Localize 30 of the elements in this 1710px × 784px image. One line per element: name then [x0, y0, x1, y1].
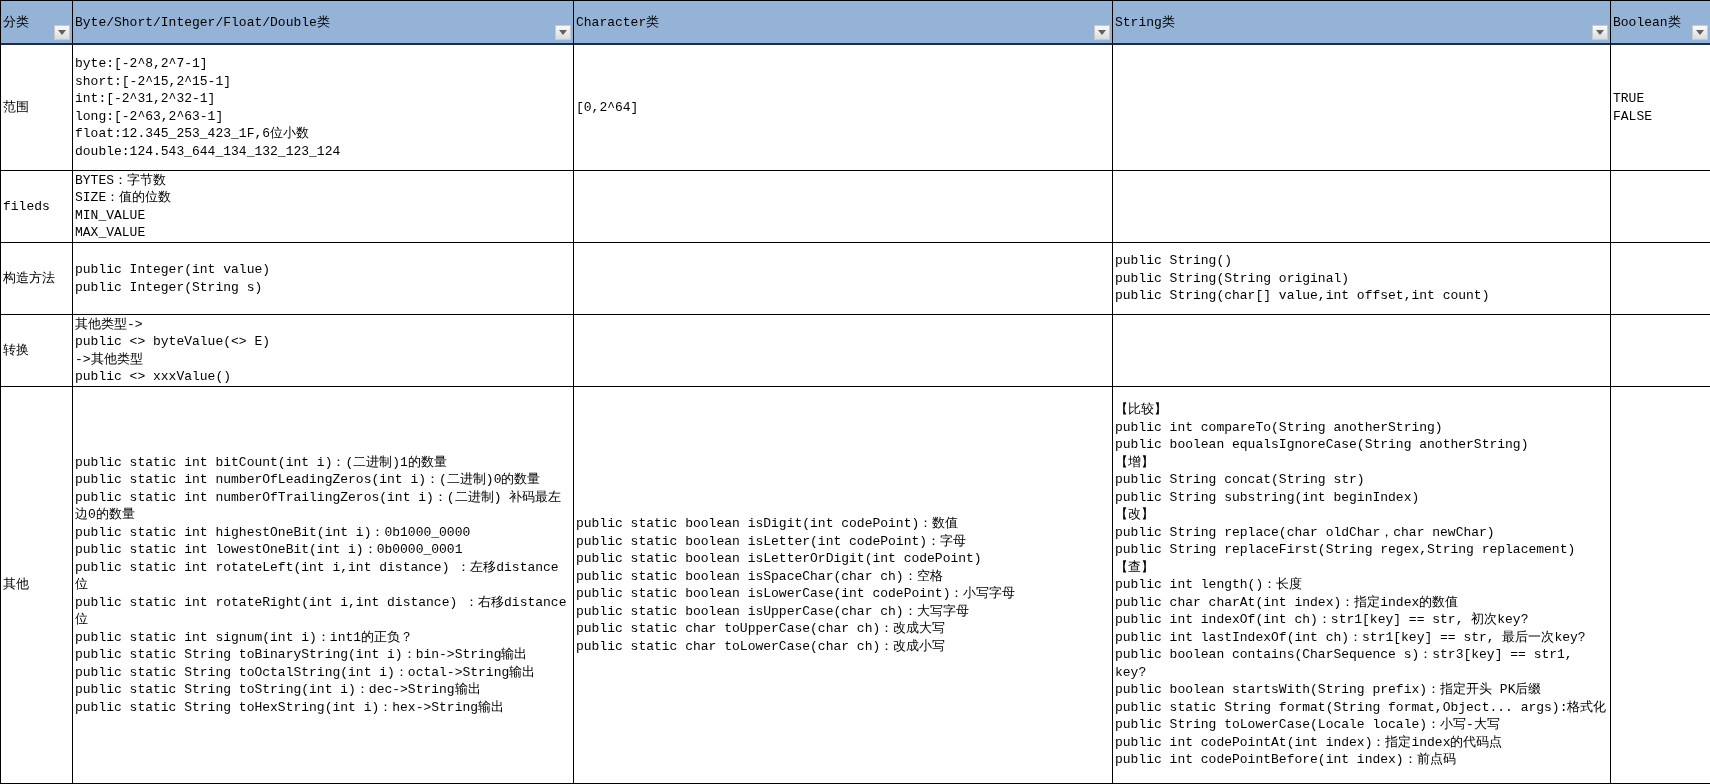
column-header: String类	[1115, 14, 1175, 31]
filter-dropdown-button[interactable]	[555, 25, 571, 40]
filter-dropdown-button[interactable]	[54, 25, 70, 40]
row-header-cell: 范围	[1, 45, 73, 171]
row-header-cell: fileds	[1, 171, 73, 243]
table-cell: public String() public String(String original) public String(char[] value,int offset,int count)	[1113, 243, 1611, 315]
caret-icon	[1596, 30, 1604, 35]
table-cell: [0,2^64]	[574, 45, 1113, 171]
caret-icon	[1098, 30, 1106, 35]
table-cell: 【比较】 public int compareTo(String anotherString) public boolean equalsIgnoreCase(String anotherString) 【增】 public String concat(String str) public String substring(int beginIndex) 【改】 public String replace(char oldChar，char newChar) public String replaceFirst(String regex,String replacement) 【查】 public int length()：长度 public char charAt(int index)：指定index的数值 public int indexOf(int ch)：str1[key] == str, 初次key? public int lastIndexOf(int ch)：str1[key] == str, 最后一次key? public boolean contains(CharSequence s)：str3[key] == str1, key? public boolean startsWith(String prefix)：指定开头 PK后缀 public static String format(String format,Object... args):格式化 public String toLowerCase(Locale locale)：小写-大写 public int codePointAt(int index)：指定index的代码点 public int codePointBefore(int index)：前点码	[1113, 387, 1611, 784]
table-cell: byte:[-2^8,2^7-1] short:[-2^15,2^15-1] int:[-2^31,2^32-1] long:[-2^63,2^63-1] float:12.345_253_423_1F,6位小数 double:124.543_644_134_132_123_124	[73, 45, 574, 171]
table-cell: BYTES：字节数 SIZE：值的位数 MIN_VALUE MAX_VALUE	[73, 171, 574, 243]
row-header-cell: 构造方法	[1, 243, 73, 315]
column-header: Byte/Short/Integer/Float/Double类	[75, 14, 330, 31]
table-cell: 其他类型-> public <> byteValue(<> E) ->其他类型 public <> xxxValue()	[73, 315, 574, 387]
caret-icon	[1696, 30, 1704, 35]
row-header-cell: 转换	[1, 315, 73, 387]
row-header-cell: 其他	[1, 387, 73, 784]
caret-icon	[559, 30, 567, 35]
column-header: Boolean类	[1613, 14, 1681, 31]
table-cell: public static boolean isDigit(int codePoint)：数值 public static boolean isLetter(int codePoint)：字母 public static boolean isLetterOrDigit(int codePoint) public static boolean isSpaceChar(char ch)：空格 public static boolean isLowerCase(int codePoint)：小写字母 public static boolean isUpperCase(char ch)：大写字母 public static char toUpperCase(char ch)：改成大写 public static char toLowerCase(char ch)：改成小写	[574, 387, 1113, 784]
column-header: Character类	[576, 14, 660, 31]
column-header: 分类	[3, 14, 29, 31]
table-cell: TRUE FALSE	[1611, 45, 1710, 171]
table-cell: public static int bitCount(int i)：(二进制)1的数量 public static int numberOfLeadingZeros(int i)：(二进制)0的数量 public static int numberOfTrailingZeros(int i)：(二进制) 补码最左边0的数量 public static int highestOneBit(int i)：0b1000_0000 public static int lowestOneBit(int i)：0b0000_0001 public static int rotateLeft(int i,int distance) ：左移distance位 public static int rotateRight(int i,int distance) ：右移distance位 public static int signum(int i)：int1的正负？ public static String toBinaryString(int i)：bin->String输出 public static String toOctalString(int i)：octal->String输出 public static String toString(int i)：dec->String输出 public static String toHexString(int i)：hex->String输出	[73, 387, 574, 784]
caret-icon	[58, 30, 66, 35]
table-cell: public Integer(int value) public Integer(String s)	[73, 243, 574, 315]
filter-dropdown-button[interactable]	[1692, 25, 1708, 40]
filter-dropdown-button[interactable]	[1094, 25, 1110, 40]
filter-dropdown-button[interactable]	[1592, 25, 1608, 40]
